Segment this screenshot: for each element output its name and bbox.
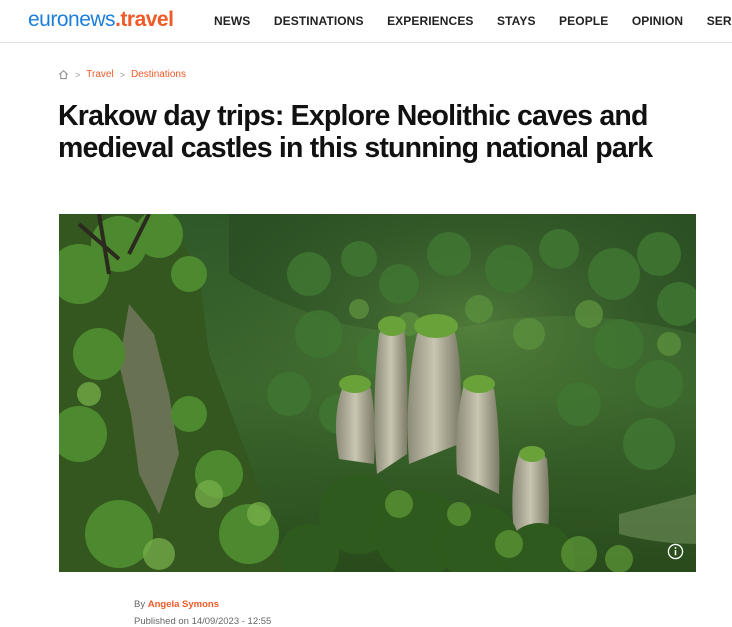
- breadcrumb-separator: >: [75, 69, 81, 80]
- site-header: euronews.travel NEWS DESTINATIONS EXPERI…: [0, 0, 732, 43]
- breadcrumb-separator: >: [119, 69, 125, 80]
- byline-prefix: By: [134, 599, 146, 610]
- nav-destinations[interactable]: DESTINATIONS: [274, 14, 364, 28]
- breadcrumb: > Travel > Destinations: [58, 69, 186, 80]
- main-nav: NEWS DESTINATIONS EXPERIENCES STAYS PEOP…: [214, 14, 732, 28]
- nav-people[interactable]: PEOPLE: [559, 14, 608, 28]
- nav-opinion[interactable]: OPINION: [632, 14, 683, 28]
- published-date: Published on 14/09/2023 - 12:55: [134, 616, 272, 627]
- nav-experiences[interactable]: EXPERIENCES: [387, 14, 473, 28]
- nav-series[interactable]: SERIES: [707, 14, 732, 28]
- nav-news[interactable]: NEWS: [214, 14, 250, 28]
- breadcrumb-travel[interactable]: Travel: [86, 69, 113, 80]
- forest-photo: [59, 214, 696, 572]
- article-title: Krakow day trips: Explore Neolithic cave…: [58, 100, 653, 164]
- breadcrumb-destinations[interactable]: Destinations: [131, 69, 186, 80]
- logo-brand: euronews: [28, 8, 116, 31]
- byline: By Angela Symons: [134, 599, 219, 610]
- site-logo[interactable]: euronews.travel: [28, 8, 174, 32]
- home-icon[interactable]: [58, 69, 69, 80]
- nav-series-label: SERIES: [706, 14, 732, 28]
- nav-stays[interactable]: STAYS: [497, 14, 536, 28]
- hero-image: [59, 214, 696, 572]
- author-link[interactable]: Angela Symons: [148, 599, 219, 610]
- logo-section: .travel: [115, 8, 174, 31]
- info-icon[interactable]: [667, 543, 684, 560]
